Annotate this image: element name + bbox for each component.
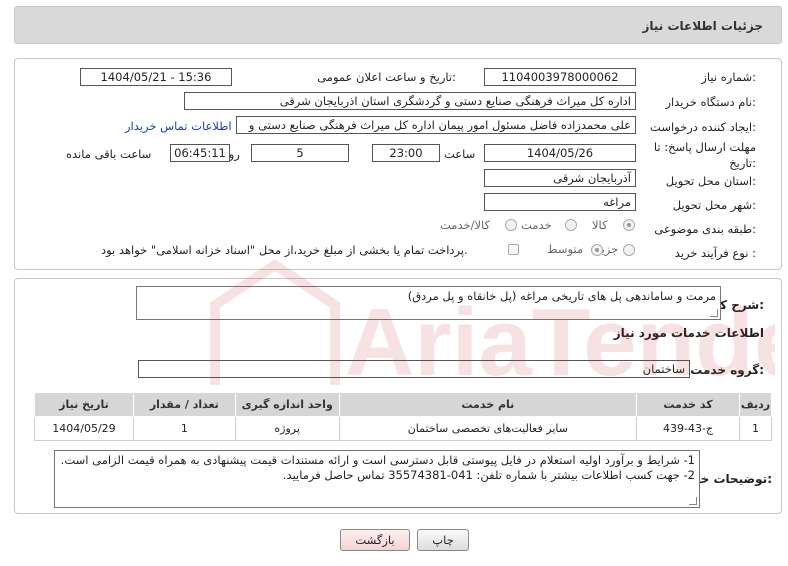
category-service-radio[interactable] [565, 219, 577, 231]
col-service-name: نام خدمت [338, 392, 638, 417]
buyer-org-field: اداره کل میراث فرهنگی صنایع دستی و گردشگ… [184, 92, 636, 110]
requester-field: علی محمدزاده فاضل مسئول امور پیمان اداره… [236, 116, 636, 134]
col-service-code: کد خدمت [636, 392, 740, 417]
deadline-time-field: 23:00 [372, 144, 440, 162]
process-type-label: نوع فرآیند خرید : [674, 246, 756, 260]
buyer-notes-line1: 1- شرایط و برآورد اولیه استعلام در فایل … [60, 453, 695, 467]
category-goods-service-label: کالا/خدمت [440, 218, 491, 232]
deadline-date-field: 1404/05/26 [484, 144, 636, 162]
cell-unit: پروژه [234, 416, 340, 441]
cell-qty: 1 [132, 416, 236, 441]
category-goods-radio[interactable] [623, 219, 635, 231]
treasury-payment-note: پرداخت تمام یا بخشی از مبلغ خرید،از محل … [101, 243, 468, 257]
services-section-title: اطلاعات خدمات مورد نیاز [613, 326, 764, 340]
page-frame: جزئیات اطلاعات نیاز شماره نیاز: 11040039… [14, 6, 782, 553]
deadline-label-line2: تاریخ: [729, 156, 756, 170]
need-info-panel [14, 58, 782, 270]
category-goods-service-radio[interactable] [505, 219, 517, 231]
delivery-province-field: آذربایجان شرقی [484, 169, 636, 187]
buyer-notes-line2: 2- جهت کسب اطلاعات بیشتر با شماره تلفن: … [282, 468, 695, 482]
deadline-label-line1: مهلت ارسال پاسخ: تا [653, 140, 756, 154]
buyer-org-label: نام دستگاه خریدار: [665, 95, 756, 109]
summary-text: مرمت و ساماندهی پل های تاریخی مراغه (پل … [407, 289, 716, 303]
need-number-label: شماره نیاز: [701, 70, 756, 84]
resize-handle-icon[interactable] [689, 497, 697, 505]
need-number-field: 1104003978000062 [484, 68, 636, 86]
cell-date: 1404/05/29 [34, 416, 134, 441]
buyer-contact-link[interactable]: اطلاعات تماس خریدار [125, 119, 232, 133]
table-row: 1404/05/29 1 پروژه سایر فعالیت‌های تخصصی… [34, 416, 773, 441]
days-remaining-field: 5 [251, 144, 349, 162]
col-qty: تعداد / مقدار [132, 392, 236, 417]
service-group-label: گروه خدمت: [690, 363, 764, 377]
category-service-label: خدمت [521, 218, 552, 232]
col-date: تاریخ نیاز [34, 392, 134, 417]
print-button[interactable]: چاپ [417, 529, 469, 551]
deadline-time-label: ساعت [444, 147, 476, 161]
requester-label: ایجاد کننده درخواست: [650, 120, 756, 134]
category-goods-label: کالا [592, 218, 608, 232]
resize-handle-icon[interactable] [710, 309, 718, 317]
process-medium-radio[interactable] [591, 244, 603, 256]
cell-service-name: سایر فعالیت‌های تخصصی ساختمان [338, 416, 638, 441]
services-table: تاریخ نیاز تعداد / مقدار واحد اندازه گیر… [34, 392, 773, 441]
back-button[interactable]: بازگشت [340, 529, 410, 551]
process-medium-label: متوسط [547, 242, 584, 256]
announce-datetime-field: 1404/05/21 - 15:36 [80, 68, 232, 86]
delivery-city-label: شهر محل تحویل: [672, 198, 756, 212]
remaining-time-label: ساعت باقی مانده [66, 147, 152, 161]
cell-service-code: ج-43-439 [636, 416, 740, 441]
services-table-header: تاریخ نیاز تعداد / مقدار واحد اندازه گیر… [34, 392, 773, 417]
category-label: طبقه بندی موضوعی: [654, 222, 756, 236]
col-unit: واحد اندازه گیری [234, 392, 340, 417]
summary-textarea: مرمت و ساماندهی پل های تاریخی مراغه (پل … [136, 286, 721, 320]
buyer-notes-textarea: 1- شرایط و برآورد اولیه استعلام در فایل … [54, 450, 700, 508]
treasury-payment-checkbox[interactable] [508, 244, 519, 255]
page-title: جزئیات اطلاعات نیاز [642, 19, 763, 33]
cell-row: 1 [738, 416, 773, 441]
service-group-field: ساختمان [138, 360, 690, 378]
page-header: جزئیات اطلاعات نیاز [14, 6, 782, 44]
col-row: ردیف [738, 392, 773, 417]
announce-datetime-label: تاریخ و ساعت اعلان عمومی: [317, 70, 456, 84]
process-minor-radio[interactable] [623, 244, 635, 256]
remaining-time-field: 06:45:11 [170, 144, 230, 162]
delivery-city-field: مراغه [484, 193, 636, 211]
delivery-province-label: استان محل تحویل: [665, 174, 756, 188]
